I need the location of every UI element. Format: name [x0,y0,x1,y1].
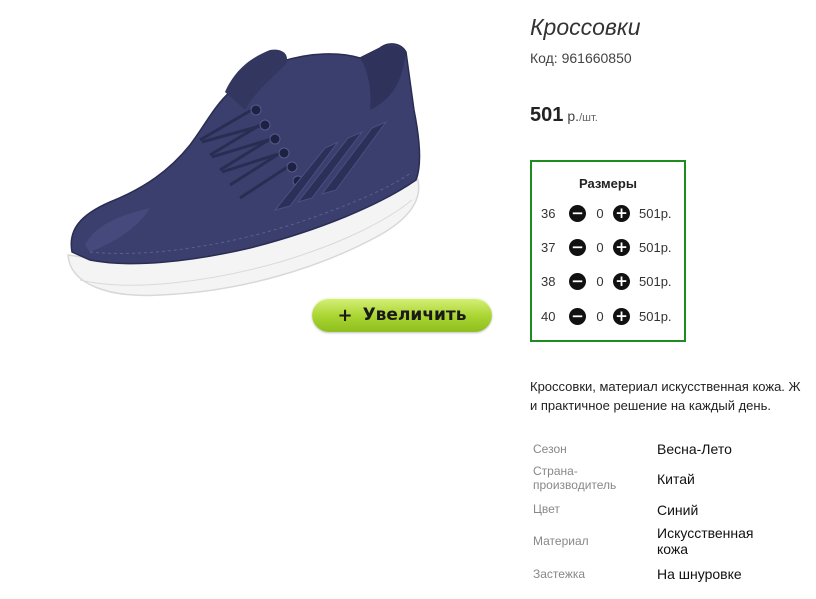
sizes-title: Размеры [579,176,637,191]
plus-circle-icon[interactable]: + [613,239,630,256]
property-label: Страна-производитель [533,464,617,492]
size-quantity: 0 [596,274,604,289]
size-value: 40 [541,309,556,324]
size-price: 501р. [639,240,672,255]
product-description: Кроссовки, материал искусственная кожа. … [530,377,816,415]
size-price: 501р. [639,274,672,289]
minus-circle-icon[interactable]: − [569,239,586,256]
size-quantity: 0 [596,206,604,221]
size-price: 501р. [639,206,672,221]
product-code-value: 961660850 [561,50,632,66]
price-value: 501 [530,104,564,126]
product-title: Кроссовки [530,14,641,40]
size-value: 38 [541,274,556,289]
property-label: Сезон [533,442,567,456]
product-image[interactable] [50,30,440,310]
property-value: Искусственная кожа [657,525,754,557]
size-value: 37 [541,240,556,255]
minus-circle-icon[interactable]: − [569,205,586,222]
size-price: 501р. [639,309,672,324]
size-row: 36 − 0 + 501р. [541,204,681,224]
size-quantity: 0 [596,309,604,324]
property-value: На шнуровке [657,566,742,582]
plus-circle-icon[interactable]: + [613,273,630,290]
size-row: 40 − 0 + 501р. [541,307,681,327]
product-code-label: Код: [530,50,558,66]
minus-circle-icon[interactable]: − [569,273,586,290]
property-value: Синий [657,502,699,518]
plus-circle-icon[interactable]: + [613,205,630,222]
plus-icon: + [337,304,353,326]
size-quantity: 0 [596,240,604,255]
product-price: 501 р./шт. [530,104,598,127]
size-row: 37 − 0 + 501р. [541,238,681,258]
zoom-button-label: Увеличить [362,305,467,325]
property-value: Китай [657,471,695,487]
minus-circle-icon[interactable]: − [569,308,586,325]
product-code: Код: 961660850 [530,50,632,66]
size-value: 36 [541,206,556,221]
price-unit: /шт. [579,112,598,124]
price-currency: р. [567,108,580,124]
property-label: Застежка [533,567,586,581]
description-line: и практичное решение на каждый день. [530,398,771,413]
property-value: Весна-Лето [657,441,732,457]
zoom-button[interactable]: + Увеличить [312,298,492,332]
size-row: 38 − 0 + 501р. [541,272,681,292]
property-label: Материал [533,534,589,548]
plus-circle-icon[interactable]: + [613,308,630,325]
description-line: Кроссовки, материал искусственная кожа. … [530,379,801,394]
sizes-panel: Размеры 36 − 0 + 501р. 37 − 0 + 501р. 38… [530,160,686,342]
property-label: Цвет [533,502,560,516]
